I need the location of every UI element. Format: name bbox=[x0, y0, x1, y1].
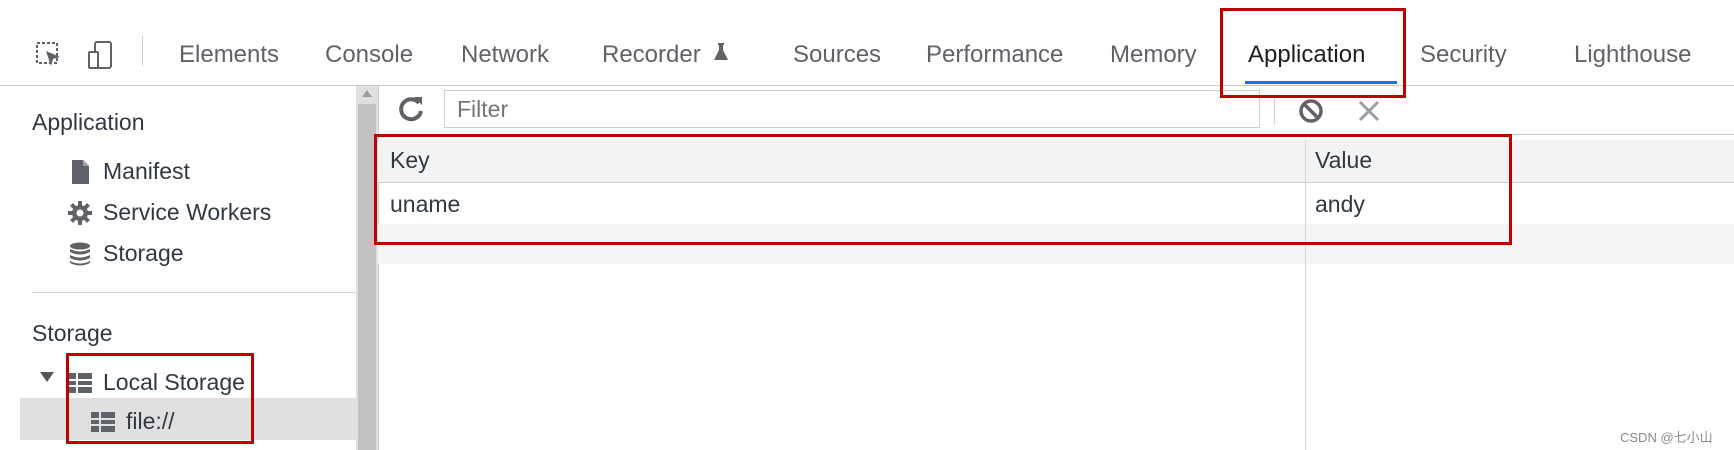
refresh-icon[interactable] bbox=[395, 93, 427, 125]
sidebar-divider bbox=[32, 292, 356, 293]
tab-elements[interactable]: Elements bbox=[179, 38, 279, 72]
flask-icon bbox=[714, 43, 729, 60]
inspect-element-icon[interactable] bbox=[34, 40, 64, 70]
toolbar-separator bbox=[142, 36, 143, 66]
scroll-up-arrow-icon[interactable] bbox=[362, 90, 372, 97]
top-margin bbox=[0, 0, 1734, 26]
filter-input[interactable] bbox=[444, 90, 1260, 128]
filter-bar-separator bbox=[1274, 96, 1275, 124]
highlight-box-table bbox=[374, 134, 1512, 245]
sidebar-item-label: Storage bbox=[103, 240, 184, 266]
delete-selected-icon[interactable] bbox=[1354, 96, 1384, 126]
tab-performance[interactable]: Performance bbox=[926, 38, 1063, 72]
sidebar-item-label: Service Workers bbox=[103, 199, 272, 225]
tab-recorder[interactable]: Recorder bbox=[602, 38, 729, 72]
sidebar-item-label: Manifest bbox=[103, 158, 190, 184]
sidebar-item-storage[interactable]: Storage bbox=[70, 240, 184, 267]
watermark: CSDN @七小山 bbox=[1620, 430, 1713, 445]
sidebar-section-storage: Storage bbox=[32, 320, 113, 346]
expand-triangle-icon[interactable] bbox=[40, 372, 54, 382]
highlight-box-application-tab bbox=[1220, 8, 1406, 98]
clear-all-icon[interactable] bbox=[1296, 96, 1326, 126]
tab-console[interactable]: Console bbox=[325, 38, 413, 72]
sidebar-section-application: Application bbox=[32, 109, 145, 135]
sidebar-item-service-workers[interactable]: Service Workers bbox=[68, 199, 272, 226]
tab-memory[interactable]: Memory bbox=[1110, 38, 1197, 72]
document-icon bbox=[72, 160, 89, 184]
database-icon bbox=[70, 242, 90, 266]
tab-recorder-label: Recorder bbox=[602, 41, 701, 68]
tab-lighthouse[interactable]: Lighthouse bbox=[1574, 38, 1691, 72]
device-toolbar-icon[interactable] bbox=[86, 40, 116, 70]
tab-sources[interactable]: Sources bbox=[793, 38, 881, 72]
highlight-box-local-storage bbox=[66, 353, 254, 444]
tab-network[interactable]: Network bbox=[461, 38, 549, 72]
tab-security[interactable]: Security bbox=[1420, 38, 1507, 72]
sidebar-item-manifest[interactable]: Manifest bbox=[72, 158, 190, 185]
gear-icon bbox=[68, 201, 92, 225]
